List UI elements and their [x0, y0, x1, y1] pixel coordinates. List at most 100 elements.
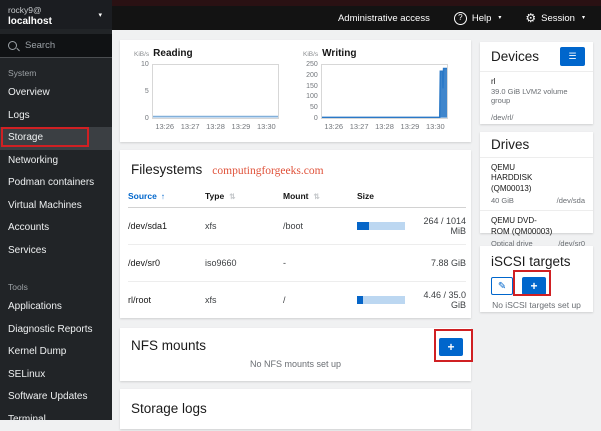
sidebar-item-networking[interactable]: Networking	[0, 150, 112, 173]
sidebar-item-overview[interactable]: Overview	[0, 82, 112, 105]
sidebar-item-logs[interactable]: Logs	[0, 105, 112, 128]
sidebar-item-virtual-machines[interactable]: Virtual Machines	[0, 195, 112, 218]
table-row[interactable]: /dev/sr0iso9660-7.88 GiB	[128, 245, 466, 282]
chart-unit-label: KiB/s	[134, 51, 149, 58]
sidebar-item-kernel-dump[interactable]: Kernel Dump	[0, 341, 112, 364]
search-icon	[8, 41, 17, 50]
chevron-down-icon: ▾	[498, 15, 501, 21]
drive-path: /dev/sda	[557, 196, 585, 205]
edit-pencil-icon: ✎	[498, 281, 506, 292]
size-label: 264 / 1014 MiB	[411, 216, 466, 236]
nav-group-label-tools: Tools	[0, 272, 112, 296]
sidebar-item-software-updates[interactable]: Software Updates	[0, 386, 112, 409]
sidebar-item-podman-containers[interactable]: Podman containers	[0, 172, 112, 195]
sidebar-item-selinux[interactable]: SELinux	[0, 364, 112, 387]
chart-title: Writing	[322, 48, 356, 59]
add-iscsi-target-button[interactable]: +	[522, 277, 546, 295]
size-label: 4.46 / 35.0 GiB	[411, 290, 466, 310]
sidebar-item-services[interactable]: Services	[0, 240, 112, 263]
drives-list: QEMU HARDDISK (QM00013)40 GiB/dev/sda QEM…	[480, 158, 593, 253]
column-header-type[interactable]: Type⇅	[205, 191, 283, 201]
edit-iscsi-button[interactable]: ✎	[491, 277, 513, 295]
cell-source[interactable]: /dev/sda1	[128, 221, 205, 231]
filesystems-table-header: Source↑Type⇅Mount⇅Size	[128, 184, 466, 208]
nfs-empty-state: No NFS mounts set up	[120, 359, 471, 369]
session-menu[interactable]: ⚙ Session ▾	[525, 12, 585, 24]
list-item[interactable]: QEMU HARDDISK (QM00013)40 GiB/dev/sda	[480, 158, 593, 211]
cell-type: xfs	[205, 295, 283, 305]
sidebar-item-accounts[interactable]: Accounts	[0, 217, 112, 240]
cell-size: 4.46 / 35.0 GiB	[357, 290, 466, 310]
sidebar: rocky9@ localhost ▾ SystemOverviewLogsSt…	[0, 0, 112, 420]
help-label: Help	[472, 13, 492, 24]
table-row[interactable]: rl/rootxfs/ 4.46 / 35.0 GiB	[128, 282, 466, 318]
masthead-host: localhost	[8, 16, 104, 27]
charts-container: KiB/s Reading1050 13:2613:2713:2813:2913:3…	[120, 40, 471, 131]
drives-card: Drives QEMU HARDDISK (QM00013)40 GiB/dev…	[480, 132, 593, 233]
drive-name: QEMU DVD-ROM (QM00003)	[491, 216, 553, 237]
menu-bars-icon: ☰	[568, 51, 576, 62]
filesystems-title: Filesystems	[131, 162, 202, 177]
chevron-down-icon: ▾	[582, 15, 585, 21]
host-switcher[interactable]: rocky9@ localhost ▾	[0, 0, 112, 29]
size-label: 7.88 GiB	[357, 258, 466, 268]
admin-access-label[interactable]: Administrative access	[338, 13, 430, 24]
chart-title: Reading	[153, 48, 192, 59]
cell-mount: -	[283, 258, 357, 268]
column-header-mount[interactable]: Mount⇅	[283, 191, 357, 201]
drives-title: Drives	[491, 137, 529, 152]
sidebar-item-storage[interactable]: Storage	[0, 127, 112, 150]
iscsi-targets-card: iSCSI targets ✎ + No iSCSI targets set u…	[480, 246, 593, 312]
y-axis-ticks: 1050	[134, 64, 152, 119]
help-menu[interactable]: ? Help ▾	[454, 12, 502, 25]
devices-list: rl39.0 GiB LVM2 volume group/dev/rl/	[480, 72, 593, 127]
x-axis-ticks: 13:2613:2713:2813:2913:30	[134, 122, 279, 131]
drive-detail: 40 GiB	[491, 196, 514, 205]
device-name: rl	[491, 77, 582, 86]
sidebar-search[interactable]	[0, 34, 112, 58]
chevron-down-icon[interactable]: ▾	[98, 11, 102, 19]
session-label: Session	[541, 13, 575, 24]
column-header-size: Size	[357, 191, 466, 201]
device-desc: 39.0 GiB LVM2 volume group	[491, 87, 582, 105]
filesystems-card: Filesystems computingforgeeks.com Source…	[120, 150, 471, 318]
sidebar-nav: SystemOverviewLogsStorageNetworkingPodma…	[0, 58, 112, 431]
y-axis-ticks: 250200150100500	[303, 64, 321, 119]
devices-menu-button[interactable]: ☰	[560, 47, 585, 66]
cell-source[interactable]: /dev/sr0	[128, 258, 205, 268]
search-input[interactable]	[23, 39, 107, 52]
cell-mount: /	[283, 295, 357, 305]
topbar: Administrative access ? Help ▾ ⚙ Session…	[112, 0, 601, 30]
help-icon: ?	[454, 12, 467, 25]
sidebar-item-diagnostic-reports[interactable]: Diagnostic Reports	[0, 319, 112, 342]
x-axis-ticks: 13:2613:2713:2813:2913:30	[303, 122, 448, 131]
io-charts-card: KiB/s Reading1050 13:2613:2713:2813:2913:3…	[120, 40, 471, 142]
storage-logs-title: Storage logs	[131, 401, 207, 416]
nfs-title: NFS mounts	[131, 338, 206, 353]
cell-type: xfs	[205, 221, 283, 231]
chart-writing: KiB/s Writing250200150100500 13:2613:2713:…	[303, 48, 448, 131]
watermark-text: computingforgeeks.com	[212, 165, 323, 177]
iscsi-title: iSCSI targets	[491, 254, 571, 269]
table-row[interactable]: /dev/sda1xfs/boot 264 / 1014 MiB	[128, 208, 466, 245]
devices-card: Devices ☰ rl39.0 GiB LVM2 volume group/d…	[480, 42, 593, 124]
cell-source[interactable]: rl/root	[128, 295, 205, 305]
device-path: /dev/rl/	[491, 113, 582, 122]
chart-unit-label: KiB/s	[303, 51, 318, 58]
usage-progress-bar	[357, 222, 405, 230]
filesystems-table-body: /dev/sda1xfs/boot264 / 1014 MiB/dev/sr0i…	[128, 208, 466, 318]
nfs-mounts-card: NFS mounts + No NFS mounts set up	[120, 328, 471, 381]
chart-plot-area	[321, 64, 448, 119]
sort-idle-icon: ⇅	[314, 192, 320, 201]
add-nfs-mount-button[interactable]: +	[439, 338, 463, 356]
cell-mount: /boot	[283, 221, 357, 231]
cell-type: iso9660	[205, 258, 283, 268]
chart-reading: KiB/s Reading1050 13:2613:2713:2813:2913:3…	[134, 48, 279, 131]
sort-idle-icon: ⇅	[229, 192, 235, 201]
gear-icon: ⚙	[525, 12, 536, 24]
list-item[interactable]: rl39.0 GiB LVM2 volume group/dev/rl/	[480, 72, 593, 127]
sidebar-item-applications[interactable]: Applications	[0, 296, 112, 319]
column-header-source[interactable]: Source↑	[128, 191, 205, 201]
sort-asc-icon: ↑	[161, 192, 165, 201]
storage-logs-card: Storage logs	[120, 389, 471, 429]
